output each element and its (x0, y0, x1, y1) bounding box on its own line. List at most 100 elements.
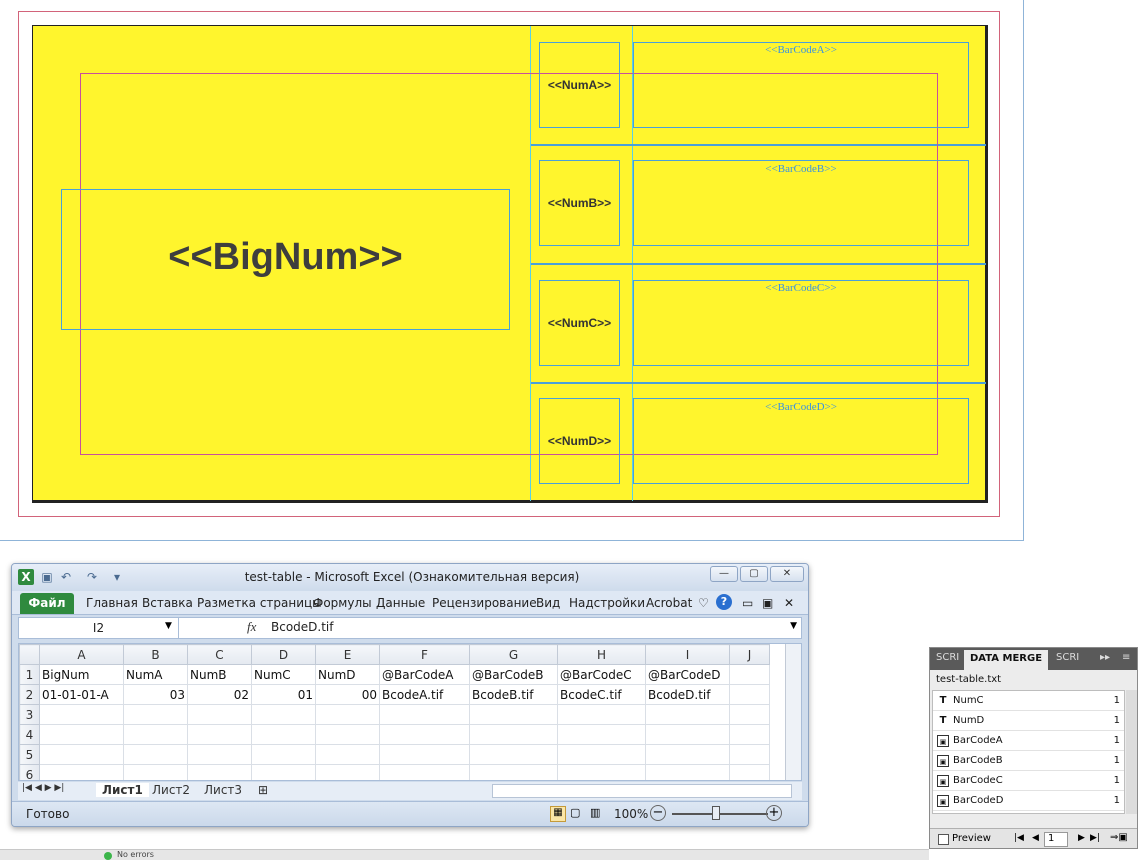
close-button[interactable]: ✕ (770, 566, 804, 582)
cell[interactable] (187, 704, 252, 725)
sheet-tab-3[interactable]: Лист3 (204, 783, 242, 797)
column-header[interactable]: I (645, 644, 730, 665)
zoom-slider-handle[interactable] (712, 806, 720, 820)
row-header[interactable]: 2 (19, 684, 40, 705)
cell[interactable]: 02 (187, 684, 252, 705)
page-break-view-icon[interactable]: ▥ (590, 806, 600, 819)
cell[interactable]: BigNum (39, 664, 124, 685)
tab-file[interactable]: Файл (20, 593, 74, 614)
preflight-status[interactable]: No errors (117, 850, 154, 859)
cell[interactable] (729, 704, 770, 725)
cell[interactable] (645, 764, 730, 780)
cell[interactable] (251, 704, 316, 725)
record-number-input[interactable]: 1 (1044, 832, 1068, 847)
cell[interactable]: @BarCodeB (469, 664, 558, 685)
cell[interactable] (315, 744, 380, 765)
column-header[interactable]: H (557, 644, 646, 665)
cell[interactable]: BcodeA.tif (379, 684, 470, 705)
tab-data-merge[interactable]: DATA MERGE (964, 650, 1049, 670)
cell[interactable] (187, 724, 252, 745)
tab-addins[interactable]: Надстройки (569, 596, 645, 610)
data-merge-panel[interactable]: SCRI DATA MERGE SCRI ▸▸ ≡ test-table.txt… (929, 647, 1138, 849)
cell[interactable] (729, 684, 770, 705)
preview-checkbox[interactable] (938, 834, 949, 845)
minimize-button[interactable]: — (710, 566, 738, 582)
name-box-dropdown-icon[interactable]: ▼ (165, 621, 172, 631)
cell[interactable] (557, 764, 646, 780)
cell[interactable] (379, 764, 470, 780)
cell[interactable]: NumB (187, 664, 252, 685)
cell[interactable] (251, 764, 316, 780)
cell[interactable] (379, 724, 470, 745)
cell[interactable] (251, 744, 316, 765)
cell[interactable]: @BarCodeC (557, 664, 646, 685)
tab-insert[interactable]: Вставка (142, 596, 193, 610)
cell[interactable] (39, 724, 124, 745)
tab-home[interactable]: Главная (86, 596, 138, 610)
customize-icon[interactable]: ▾ (109, 569, 125, 585)
row-header[interactable]: 1 (19, 664, 40, 685)
cell[interactable] (315, 724, 380, 745)
column-header[interactable]: F (379, 644, 470, 665)
column-header[interactable]: C (187, 644, 252, 665)
cell[interactable] (645, 744, 730, 765)
expand-formula-icon[interactable]: ▼ (790, 621, 797, 631)
select-all-corner[interactable] (19, 644, 40, 665)
zoom-slider[interactable] (672, 813, 768, 815)
doc-restore-icon[interactable]: ▣ (762, 596, 773, 610)
name-box[interactable]: I2 (19, 618, 179, 638)
row-header[interactable]: 6 (19, 764, 40, 780)
cell[interactable] (39, 764, 124, 780)
cell[interactable] (469, 764, 558, 780)
tab-data[interactable]: Данные (376, 596, 425, 610)
tab-scripts-2[interactable]: SCRI (1056, 652, 1079, 663)
cell-table[interactable]: ABCDEFGHIJ 1 BigNum NumA NumB NumC NumD @BarCo… (19, 644, 770, 780)
first-record-icon[interactable]: |◀ (1014, 833, 1024, 843)
worksheet-grid[interactable]: ABCDEFGHIJ 1 BigNum NumA NumB NumC NumD @BarCo… (18, 643, 802, 781)
cell[interactable] (39, 744, 124, 765)
field-list[interactable]: T NumC 1 T NumD 1 ▣ BarCodeA 1 ▣ BarCodeB 1 ▣ BarCode… (932, 690, 1125, 814)
cell[interactable] (557, 704, 646, 725)
tab-acrobat[interactable]: Acrobat (646, 596, 692, 610)
row-header[interactable]: 4 (19, 724, 40, 745)
doc-close-icon[interactable]: ✕ (784, 596, 794, 610)
undo-icon[interactable]: ↶ (58, 569, 74, 585)
zoom-level[interactable]: 100% (614, 807, 648, 821)
cell[interactable] (251, 724, 316, 745)
tab-scripts[interactable]: SCRI (936, 652, 959, 663)
cell[interactable]: 00 (315, 684, 380, 705)
cell[interactable]: BcodeB.tif (469, 684, 558, 705)
maximize-button[interactable]: ▢ (740, 566, 768, 582)
cell[interactable] (645, 724, 730, 745)
cell[interactable] (123, 744, 188, 765)
list-item[interactable]: ▣ BarCodeA 1 (933, 731, 1124, 751)
panel-expand-icon[interactable]: ▸▸ (1100, 652, 1110, 663)
cell[interactable]: BcodeC.tif (557, 684, 646, 705)
fx-icon[interactable]: fx (247, 619, 256, 635)
cell[interactable] (729, 664, 770, 685)
cell[interactable]: @BarCodeA (379, 664, 470, 685)
cell[interactable] (729, 744, 770, 765)
cell[interactable] (557, 724, 646, 745)
list-item[interactable]: ▣ BarCodeD 1 (933, 791, 1124, 811)
page-layout-view-icon[interactable]: ▢ (570, 806, 580, 819)
redo-icon[interactable]: ↷ (84, 569, 100, 585)
sheet-nav-icons[interactable]: |◀ ◀ ▶ ▶| (22, 783, 64, 793)
sheet-tab-1[interactable]: Лист1 (96, 783, 149, 797)
excel-window[interactable]: X ▣ ↶ ↷ ▾ test-table - Microsoft Excel (… (11, 563, 809, 827)
cell[interactable] (557, 744, 646, 765)
column-header[interactable]: G (469, 644, 558, 665)
cell[interactable] (123, 704, 188, 725)
column-header[interactable]: B (123, 644, 188, 665)
tab-view[interactable]: Вид (536, 596, 560, 610)
cell[interactable]: @BarCodeD (645, 664, 730, 685)
cell[interactable]: 01-01-01-A (39, 684, 124, 705)
tab-formulas[interactable]: Формулы (313, 596, 372, 610)
column-header[interactable]: E (315, 644, 380, 665)
tab-page-layout[interactable]: Разметка страницы (197, 596, 322, 610)
insert-sheet-icon[interactable]: ⊞ (258, 783, 268, 797)
cell[interactable] (187, 744, 252, 765)
cell[interactable] (729, 764, 770, 780)
vertical-scrollbar[interactable] (785, 644, 801, 780)
create-merged-document-icon[interactable]: ⇒▣ (1110, 832, 1128, 843)
